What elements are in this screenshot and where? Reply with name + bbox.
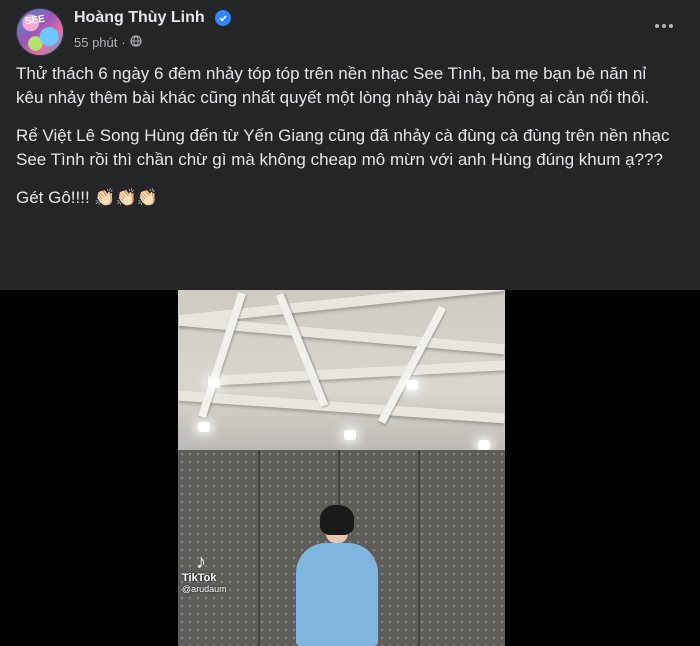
post-time[interactable]: 55 phút: [74, 35, 117, 50]
tiktok-username: @arudaum: [182, 584, 227, 594]
meta-separator: ·: [121, 35, 126, 50]
dancer: [286, 505, 386, 646]
avatar[interactable]: SEE: [16, 8, 64, 56]
avatar-lettering: SEE: [24, 13, 46, 28]
tiktok-logo-icon: ♪: [196, 551, 206, 573]
globe-icon[interactable]: [130, 35, 142, 50]
tiktok-watermark: ♪ TikTok @arudaum: [182, 552, 227, 594]
post-paragraph-3: Gét Gô!!!! 👏🏻👏🏻👏🏻: [16, 188, 158, 207]
tiktok-brand: TikTok: [182, 572, 217, 584]
post-paragraph-2: Rể Việt Lê Song Hùng đến từ Yến Giang cũ…: [16, 126, 670, 169]
video-frame[interactable]: ♪ TikTok @arudaum: [178, 290, 505, 646]
verified-badge-icon: [215, 10, 231, 26]
more-options-icon[interactable]: [648, 16, 680, 36]
post-header: SEE Hoàng Thùy Linh 55 phút ·: [0, 0, 700, 56]
post-meta: 55 phút ·: [74, 35, 142, 50]
video-player[interactable]: ♪ TikTok @arudaum: [0, 290, 700, 646]
post-paragraph-1: Thử thách 6 ngày 6 đêm nhảy tóp tóp trên…: [16, 64, 650, 107]
author-name[interactable]: Hoàng Thùy Linh: [74, 9, 205, 27]
post-text: Thử thách 6 ngày 6 đêm nhảy tóp tóp trên…: [16, 62, 676, 224]
